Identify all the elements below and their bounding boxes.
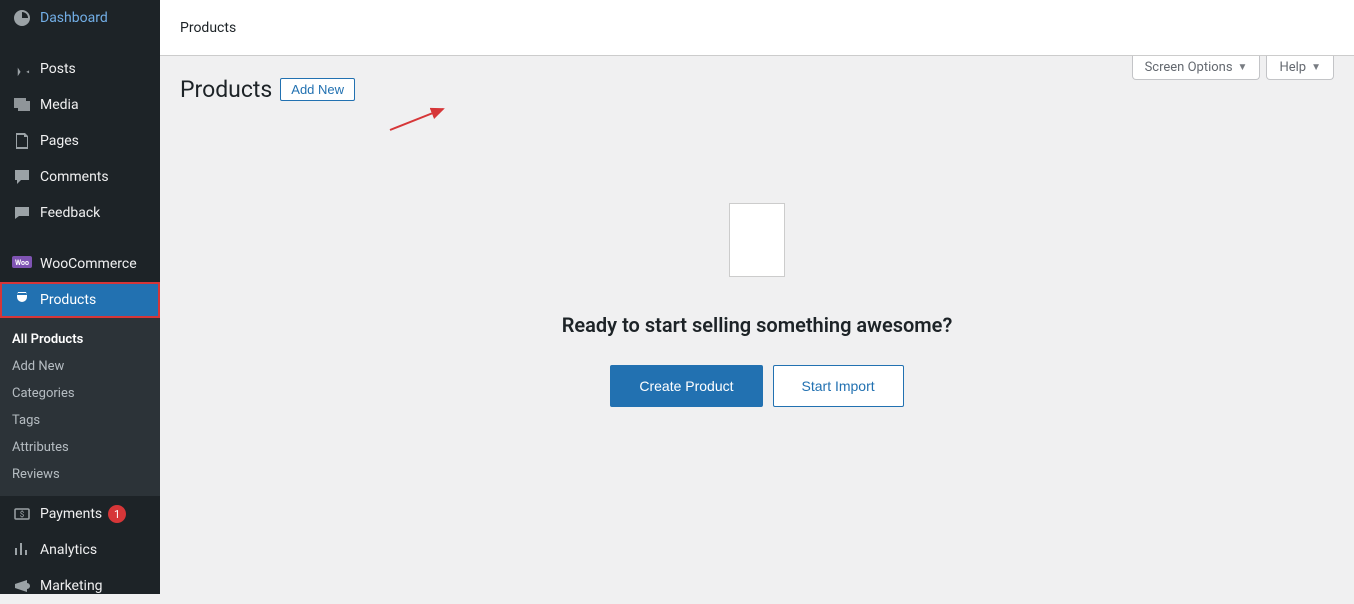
sidebar-separator: [0, 236, 160, 241]
page-heading: Products Add New: [180, 76, 1334, 103]
sidebar-item-feedback[interactable]: Feedback: [0, 195, 160, 231]
sidebar-item-woocommerce[interactable]: Woo WooCommerce: [0, 246, 160, 282]
sidebar-item-label: Comments: [40, 169, 109, 185]
submenu-item-reviews[interactable]: Reviews: [0, 461, 160, 488]
sidebar-item-posts[interactable]: Posts: [0, 51, 160, 87]
sidebar-item-label: Dashboard: [40, 10, 108, 26]
media-icon: [12, 95, 32, 115]
page-body: Products Add New Ready to start selling …: [160, 56, 1354, 407]
content-area: Products Screen Options ▼ Help ▼ Product…: [160, 0, 1354, 594]
sidebar-item-payments[interactable]: $ Payments 1: [0, 496, 160, 532]
start-import-button[interactable]: Start Import: [773, 365, 904, 407]
sidebar-item-label: WooCommerce: [40, 256, 137, 272]
svg-text:$: $: [20, 510, 25, 519]
empty-state-actions: Create Product Start Import: [610, 365, 903, 407]
payments-badge: 1: [108, 505, 126, 523]
submenu-item-categories[interactable]: Categories: [0, 380, 160, 407]
sidebar-item-pages[interactable]: Pages: [0, 123, 160, 159]
sidebar-item-comments[interactable]: Comments: [0, 159, 160, 195]
create-product-button[interactable]: Create Product: [610, 365, 762, 407]
screen-meta-links: Screen Options ▼ Help ▼: [1132, 56, 1334, 80]
sidebar-submenu-products: All Products Add New Categories Tags Att…: [0, 318, 160, 496]
chevron-down-icon: ▼: [1311, 62, 1321, 73]
submenu-item-add-new[interactable]: Add New: [0, 353, 160, 380]
chevron-down-icon: ▼: [1238, 62, 1248, 73]
sidebar-item-label: Marketing: [40, 578, 103, 594]
sidebar-item-label: Feedback: [40, 205, 100, 221]
svg-text:Woo: Woo: [15, 259, 29, 267]
dashboard-icon: [12, 8, 32, 28]
woocommerce-icon: Woo: [12, 254, 32, 274]
empty-state-title: Ready to start selling something awesome…: [562, 313, 953, 337]
sidebar-item-label: Media: [40, 97, 79, 113]
screen-options-button[interactable]: Screen Options ▼: [1132, 56, 1261, 80]
empty-state: Ready to start selling something awesome…: [180, 203, 1334, 407]
admin-sidebar: Dashboard Posts Media Pages Comments Fee…: [0, 0, 160, 594]
sidebar-item-label: Products: [40, 292, 96, 308]
sidebar-item-media[interactable]: Media: [0, 87, 160, 123]
sidebar-item-label: Analytics: [40, 542, 97, 558]
submenu-item-tags[interactable]: Tags: [0, 407, 160, 434]
payments-icon: $: [12, 504, 32, 524]
topbar-title: Products: [180, 20, 236, 36]
sidebar-item-marketing[interactable]: Marketing: [0, 568, 160, 604]
sidebar-item-products[interactable]: Products: [0, 282, 160, 318]
sidebar-item-label: Payments: [40, 506, 102, 522]
help-button[interactable]: Help ▼: [1266, 56, 1334, 80]
page-title: Products: [180, 76, 272, 103]
sidebar-item-analytics[interactable]: Analytics: [0, 532, 160, 568]
products-icon: [12, 290, 32, 310]
submenu-item-attributes[interactable]: Attributes: [0, 434, 160, 461]
sidebar-item-label: Pages: [40, 133, 79, 149]
sidebar-separator: [0, 41, 160, 46]
empty-state-image: [729, 203, 785, 277]
pages-icon: [12, 131, 32, 151]
submenu-item-all-products[interactable]: All Products: [0, 326, 160, 353]
add-new-button[interactable]: Add New: [280, 78, 355, 101]
feedback-icon: [12, 203, 32, 223]
comments-icon: [12, 167, 32, 187]
marketing-icon: [12, 576, 32, 596]
sidebar-item-dashboard[interactable]: Dashboard: [0, 0, 160, 36]
annotation-arrow-icon: [385, 105, 455, 135]
analytics-icon: [12, 540, 32, 560]
page-topbar: Products: [160, 0, 1354, 56]
pin-icon: [12, 59, 32, 79]
sidebar-item-label: Posts: [40, 61, 76, 77]
